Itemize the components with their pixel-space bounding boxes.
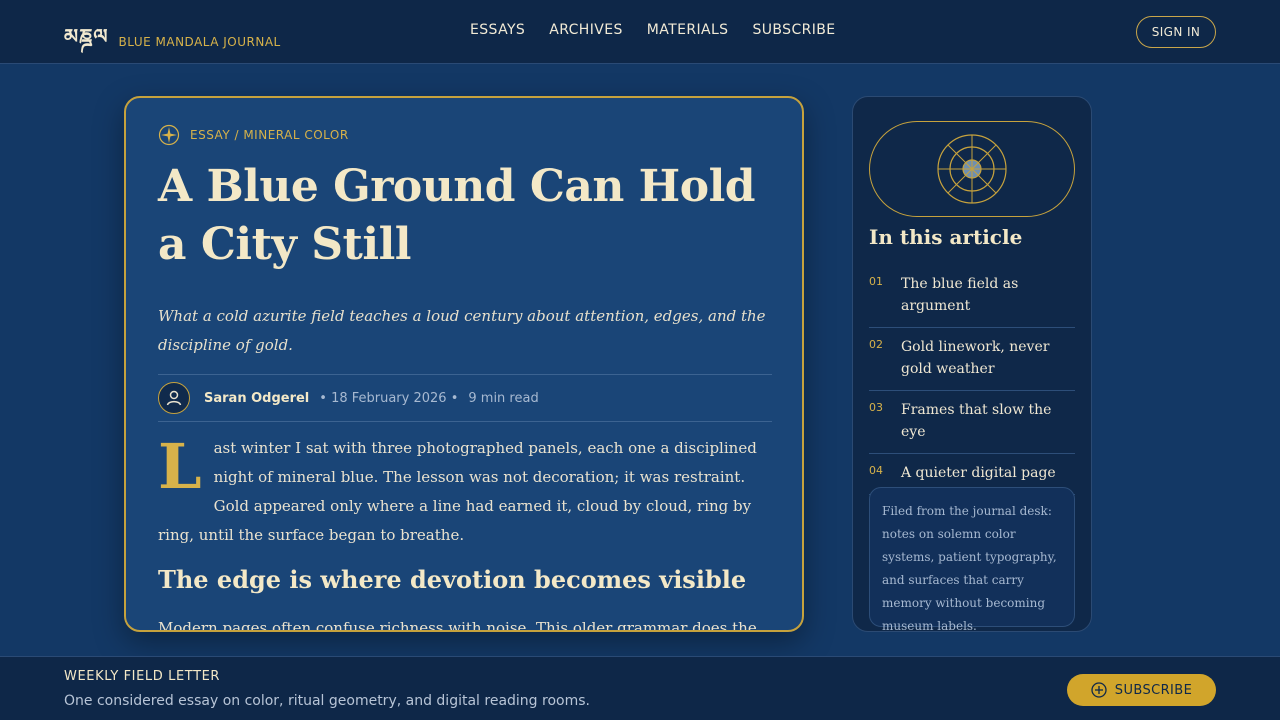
brand-name: BLUE MANDALA JOURNAL xyxy=(118,35,281,49)
top-navigation-bar: མཎྜལ BLUE MANDALA JOURNAL ESSAYS ARCHIVE… xyxy=(0,0,1280,64)
author-avatar[interactable] xyxy=(158,382,190,414)
nav-materials[interactable]: MATERIALS xyxy=(647,22,729,38)
article-kicker: ESSAY / MINERAL COLOR xyxy=(158,124,772,146)
lede-text: ast winter I sat with three photographed… xyxy=(158,439,757,544)
author-name[interactable]: Saran Odgerel xyxy=(204,391,309,406)
newsletter-title: WEEKLY FIELD LETTER xyxy=(64,669,221,684)
person-icon xyxy=(166,390,182,406)
article-lede: L ast winter I sat with three photograph… xyxy=(158,434,772,550)
main-nav: ESSAYS ARCHIVES MATERIALS SUBSCRIBE xyxy=(470,22,836,38)
toc-item[interactable]: 02 Gold linework, never gold weather xyxy=(869,328,1075,391)
subscribe-button[interactable]: SUBSCRIBE xyxy=(1067,674,1216,706)
toc-label: Gold linework, never gold weather xyxy=(901,339,1050,377)
toc-item[interactable]: 03 Frames that slow the eye xyxy=(869,391,1075,454)
toc-label: The blue field as argument xyxy=(901,276,1019,314)
toc-number: 04 xyxy=(869,464,883,477)
kicker-label: ESSAY / MINERAL COLOR xyxy=(190,128,349,142)
toc-label: A quieter digital page xyxy=(901,465,1056,481)
drop-cap: L xyxy=(158,430,202,503)
compass-icon xyxy=(158,124,180,146)
article-dek: What a cold azurite field teaches a loud… xyxy=(158,307,766,354)
toc-title: In this article xyxy=(869,225,1023,249)
article-paragraph: Modern pages often confuse richness with… xyxy=(158,619,757,632)
mandala-seal xyxy=(869,121,1075,217)
section-heading: The edge is where devotion becomes visib… xyxy=(158,565,747,594)
toc-label: Frames that slow the eye xyxy=(901,402,1052,440)
toc-number: 03 xyxy=(869,401,883,414)
article-sidebar: In this article 01 The blue field as arg… xyxy=(852,96,1092,633)
nav-essays[interactable]: ESSAYS xyxy=(470,22,525,38)
article-title: A Blue Ground Can Hold a City Still xyxy=(158,161,756,270)
brand-logo: མཎྜལ xyxy=(64,24,109,48)
mandala-icon xyxy=(937,134,1007,204)
nav-subscribe[interactable]: SUBSCRIBE xyxy=(752,22,835,38)
read-time: 9 min read xyxy=(468,390,539,406)
toc-number: 02 xyxy=(869,338,883,351)
nav-archives[interactable]: ARCHIVES xyxy=(549,22,623,38)
article-card: ESSAY / MINERAL COLOR A Blue Ground Can … xyxy=(124,96,804,632)
journal-note: Filed from the journal desk: notes on so… xyxy=(869,487,1075,633)
plus-circle-icon xyxy=(1091,682,1107,698)
newsletter-bar: WEEKLY FIELD LETTER One considered essay… xyxy=(0,656,1280,720)
sign-in-button[interactable]: SIGN IN xyxy=(1136,16,1216,48)
byline: Saran Odgerel • 18 February 2026 • 9 min… xyxy=(158,374,772,422)
table-of-contents: 01 The blue field as argument 02 Gold li… xyxy=(869,265,1075,495)
toc-number: 01 xyxy=(869,275,883,288)
toc-item[interactable]: 01 The blue field as argument xyxy=(869,265,1075,328)
subscribe-label: SUBSCRIBE xyxy=(1114,682,1193,698)
brand[interactable]: མཎྜལ BLUE MANDALA JOURNAL xyxy=(64,14,281,70)
newsletter-subtitle: One considered essay on color, ritual ge… xyxy=(64,693,590,709)
publish-date: • 18 February 2026 • xyxy=(319,390,459,406)
